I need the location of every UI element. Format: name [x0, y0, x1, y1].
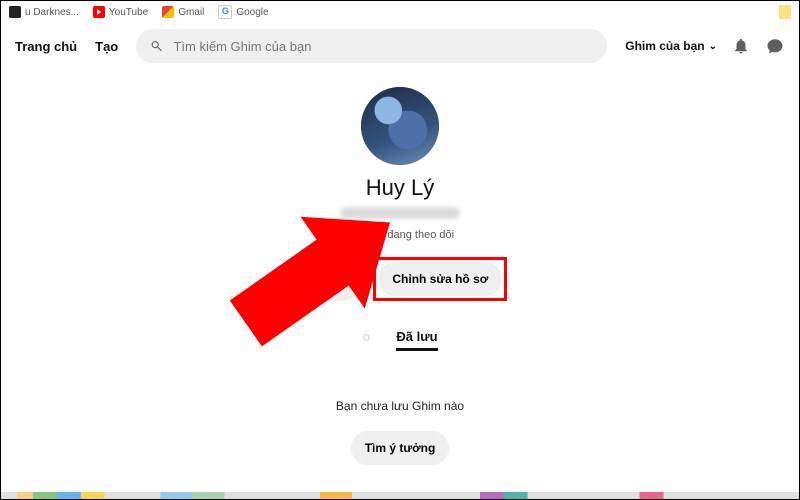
bookmark-label: YouTube [109, 7, 148, 18]
chevron-down-icon: ⌄ [709, 41, 717, 52]
bell-icon [732, 37, 750, 55]
profile-name: Huy Lý [366, 175, 434, 201]
tab-created[interactable]: o [362, 329, 370, 351]
your-pins-dropdown[interactable]: Ghim của bạn ⌄ [625, 39, 717, 53]
search-bar[interactable] [136, 29, 607, 63]
bookmark-google[interactable]: G Google [218, 5, 268, 19]
nav-create[interactable]: Tạo [95, 39, 118, 54]
nav-home[interactable]: Trang chủ [15, 39, 77, 54]
bookmark-label: Google [236, 7, 268, 18]
empty-state-message: Bạn chưa lưu Ghim nào [336, 399, 464, 413]
chat-icon [766, 37, 784, 55]
bookmark-label: Gmail [178, 7, 204, 18]
extension-icon[interactable] [779, 5, 791, 19]
find-ideas-button[interactable]: Tìm ý tưởng [351, 431, 450, 465]
profile-tabs: o Đã lưu [362, 329, 437, 351]
bookmarks-bar: u Darknes... YouTube Gmail G Google [1, 1, 799, 23]
taskbar-strip [1, 492, 799, 499]
messages-button[interactable] [765, 36, 785, 56]
google-icon: G [218, 5, 232, 19]
tab-favicon [9, 6, 21, 18]
bookmark-tab-darkness[interactable]: u Darknes... [9, 6, 79, 18]
notifications-button[interactable] [731, 36, 751, 56]
youtube-icon [93, 6, 105, 18]
search-input[interactable] [171, 38, 593, 55]
bookmark-label: u Darknes... [25, 7, 79, 18]
bookmark-gmail[interactable]: Gmail [162, 6, 204, 18]
gmail-icon [162, 6, 174, 18]
search-icon [150, 39, 163, 53]
tab-saved[interactable]: Đã lưu [396, 329, 437, 351]
your-pins-label: Ghim của bạn [625, 39, 704, 53]
avatar[interactable] [361, 87, 439, 165]
header-right: Ghim của bạn ⌄ [625, 36, 785, 56]
main-header: Trang chủ Tạo Ghim của bạn ⌄ [1, 23, 799, 69]
bookmark-youtube[interactable]: YouTube [93, 6, 148, 18]
